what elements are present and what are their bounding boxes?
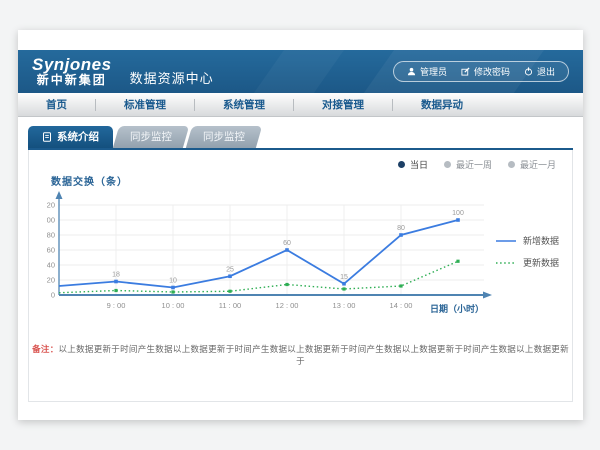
x-tick-label: 14 : 00 [390, 301, 413, 310]
current-user-button[interactable]: 管理员 [407, 65, 447, 78]
data-point-label: 80 [397, 225, 405, 232]
exchange-line-chart: 0 20 40 60 80 100 120 9 : 00 10 : 00 11 : 00 12 : … [47, 190, 502, 328]
tab-3[interactable]: 同步监控 [186, 126, 262, 148]
data-point-label: 10 [169, 278, 177, 285]
nav-item-2[interactable]: 标准管理 [96, 97, 194, 112]
content-area: 系统介绍 同步监控 同步监控 当日 最近一周 最近一月 数据交换（条） 0 20 40 60 8… [18, 117, 583, 420]
data-point[interactable] [171, 286, 175, 290]
y-tick-label: 20 [47, 276, 55, 285]
top-strip [18, 30, 583, 50]
data-point[interactable] [285, 248, 289, 252]
time-range-label: 最近一月 [520, 158, 556, 171]
legend-item-2[interactable]: 更新数据 [495, 256, 559, 269]
user-toolbar: 管理员 修改密码 退出 [393, 61, 569, 82]
page-card: Synjones 新中新集团 数据资源中心 管理员 修改密码 退出 首页标准管理… [18, 30, 583, 420]
edit-icon [461, 67, 470, 76]
logout-label: 退出 [537, 65, 555, 78]
radio-dot-icon [398, 161, 405, 168]
note-text: 以上数据更新于时间产生数据以上数据更新于时间产生数据以上数据更新于时间产生数据以… [59, 344, 569, 366]
data-point[interactable] [228, 274, 232, 278]
x-tick-label: 10 : 00 [162, 301, 185, 310]
data-point-label: 60 [283, 240, 291, 247]
data-point-label: 25 [226, 266, 234, 273]
data-point[interactable] [399, 233, 403, 237]
y-tick-label: 80 [47, 231, 55, 240]
chart-panel: 当日 最近一周 最近一月 数据交换（条） 0 20 40 60 80 100 120 9 : 00… [28, 150, 573, 402]
time-range-option-1[interactable]: 当日 [398, 158, 428, 171]
chart-legend: 新增数据更新数据 [495, 234, 559, 278]
change-password-button[interactable]: 修改密码 [461, 65, 510, 78]
nav-item-3[interactable]: 系统管理 [195, 97, 293, 112]
x-tick-label: 9 : 00 [107, 301, 126, 310]
data-point-label: 18 [112, 272, 120, 279]
tab-1[interactable]: 系统介绍 [28, 126, 113, 148]
x-axis-arrow-icon [483, 292, 492, 299]
nav-item-1[interactable]: 首页 [18, 97, 95, 112]
data-point[interactable] [342, 287, 345, 290]
x-tick-label: 11 : 00 [219, 301, 241, 310]
tab-label: 同步监控 [203, 126, 245, 148]
time-range-label: 最近一周 [456, 158, 492, 171]
legend-item-1[interactable]: 新增数据 [495, 234, 559, 247]
y-tick-label: 0 [51, 291, 55, 300]
x-tick-label: 12 : 00 [276, 301, 299, 310]
note-prefix: 备注： [32, 344, 58, 354]
x-axis-label: 日期（小时） [430, 303, 484, 314]
data-point[interactable] [456, 260, 459, 263]
logo-subtext: 新中新集团 [32, 74, 112, 87]
data-point[interactable] [114, 289, 117, 292]
data-point[interactable] [114, 280, 118, 284]
radio-dot-icon [444, 161, 451, 168]
nav-item-4[interactable]: 对接管理 [294, 97, 392, 112]
x-tick-label: 13 : 00 [333, 301, 356, 310]
app-header: Synjones 新中新集团 数据资源中心 管理员 修改密码 退出 [18, 50, 583, 93]
time-range-controls: 当日 最近一周 最近一月 [398, 158, 556, 171]
data-point[interactable] [285, 283, 288, 286]
document-icon [42, 132, 52, 142]
footer-note: 备注：以上数据更新于时间产生数据以上数据更新于时间产生数据以上数据更新于时间产生… [29, 343, 572, 367]
y-tick-label: 100 [47, 216, 55, 225]
tab-row: 系统介绍 同步监控 同步监控 [28, 126, 259, 148]
legend-label: 更新数据 [523, 256, 559, 269]
legend-line-icon [495, 238, 517, 244]
main-nav: 首页标准管理系统管理对接管理数据异动 [18, 93, 583, 117]
power-icon [524, 67, 533, 76]
time-range-option-3[interactable]: 最近一月 [508, 158, 556, 171]
y-tick-label: 120 [47, 201, 55, 210]
radio-dot-icon [508, 161, 515, 168]
page-title: 数据资源中心 [130, 68, 214, 87]
legend-line-icon [495, 260, 517, 266]
data-point-label: 100 [452, 210, 464, 217]
time-range-option-2[interactable]: 最近一周 [444, 158, 492, 171]
y-tick-label: 40 [47, 261, 55, 270]
tab-2[interactable]: 同步监控 [113, 126, 189, 148]
legend-label: 新增数据 [523, 234, 559, 247]
data-point[interactable] [342, 282, 346, 286]
logout-button[interactable]: 退出 [524, 65, 555, 78]
current-user-label: 管理员 [420, 65, 447, 78]
nav-item-5[interactable]: 数据异动 [393, 97, 491, 112]
tab-label: 同步监控 [130, 126, 172, 148]
change-password-label: 修改密码 [474, 65, 510, 78]
y-tick-label: 60 [47, 246, 55, 255]
data-point[interactable] [456, 218, 460, 222]
tab-label: 系统介绍 [57, 126, 99, 148]
logo: Synjones 新中新集团 [32, 56, 112, 86]
data-point-label: 15 [340, 274, 348, 281]
user-icon [407, 67, 416, 76]
data-point[interactable] [171, 290, 174, 293]
y-axis-arrow-icon [56, 191, 63, 199]
data-point[interactable] [228, 290, 231, 293]
time-range-label: 当日 [410, 158, 428, 171]
logo-text: Synjones [32, 56, 112, 74]
y-axis-label: 数据交换（条） [51, 173, 128, 188]
data-point[interactable] [399, 284, 402, 287]
